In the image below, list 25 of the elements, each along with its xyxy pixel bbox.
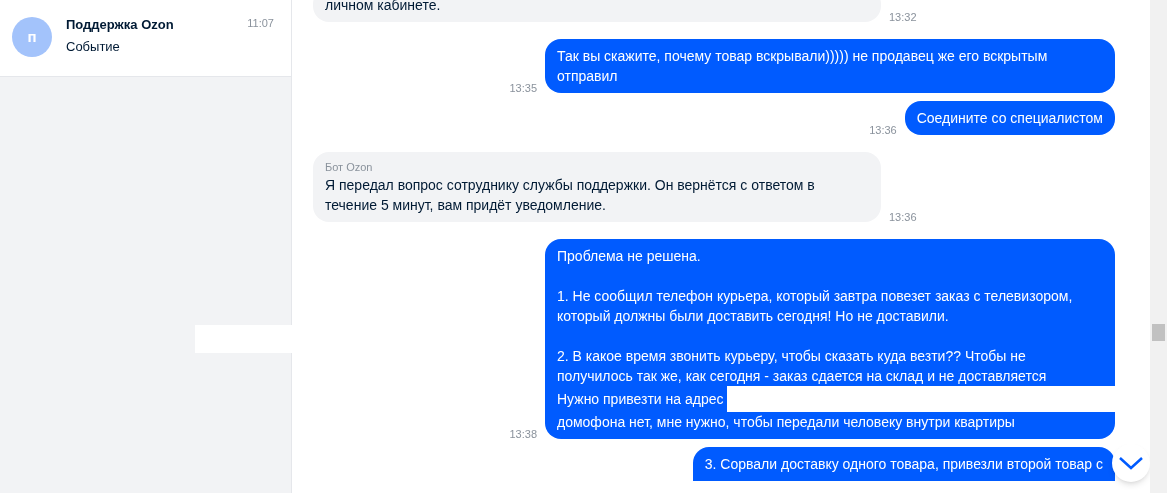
message-text: Нужно привезти на адрес	[557, 390, 724, 409]
message-time: 13:38	[509, 426, 537, 442]
scrollbar[interactable]	[1150, 0, 1167, 493]
message-time: 13:32	[889, 9, 917, 25]
scroll-down-button[interactable]	[1112, 444, 1150, 482]
message-text: Проблема не решена.	[557, 247, 702, 266]
message-text: Я передал вопрос сотруднику службы поддержки. Он вернётся с ответом в течение 5 минут, вам придёт уведомление.	[325, 176, 816, 215]
chat-time: 11:07	[247, 16, 274, 31]
message-text: домофона нет, мне нужно, чтобы передали человеку внутри квартиры	[557, 413, 1016, 432]
chat-preview: Событие	[66, 37, 121, 56]
message-text: личном кабинете.	[325, 0, 442, 15]
avatar: п	[12, 17, 52, 57]
chat-list-item[interactable]: п Поддержка Ozon 11:07 Событие	[0, 0, 291, 77]
message-text: 3. Сорвали доставку одного товара, привезли второй товар с	[704, 455, 1103, 474]
message-time: 13:36	[889, 209, 917, 225]
message-text: 1. Не сообщил телефон курьера, который завтра повезет заказ с телевизором, который должны были доставить сегодня! Но не доставили.	[557, 287, 1074, 326]
message-time: 13:36	[869, 122, 897, 138]
message-time: 13:35	[509, 80, 537, 96]
message-text: Так вы скажите, почему товар вскрывали))))) не продавец же его вскрытым отправил	[557, 47, 1049, 86]
message-text: 2. В какое время звонить курьеру, чтобы сказать куда везти?? Чтобы не получилось так же, как сегодня - заказ сдается на склад и не доставляется	[557, 347, 1048, 386]
chevron-down-icon	[1118, 456, 1144, 470]
chat-name: Поддержка Ozon	[66, 16, 174, 34]
sender-name: Бот Ozon	[325, 160, 374, 175]
message-text: Соедините со специалистом	[916, 109, 1103, 128]
scrollbar-thumb[interactable]	[1152, 324, 1165, 341]
